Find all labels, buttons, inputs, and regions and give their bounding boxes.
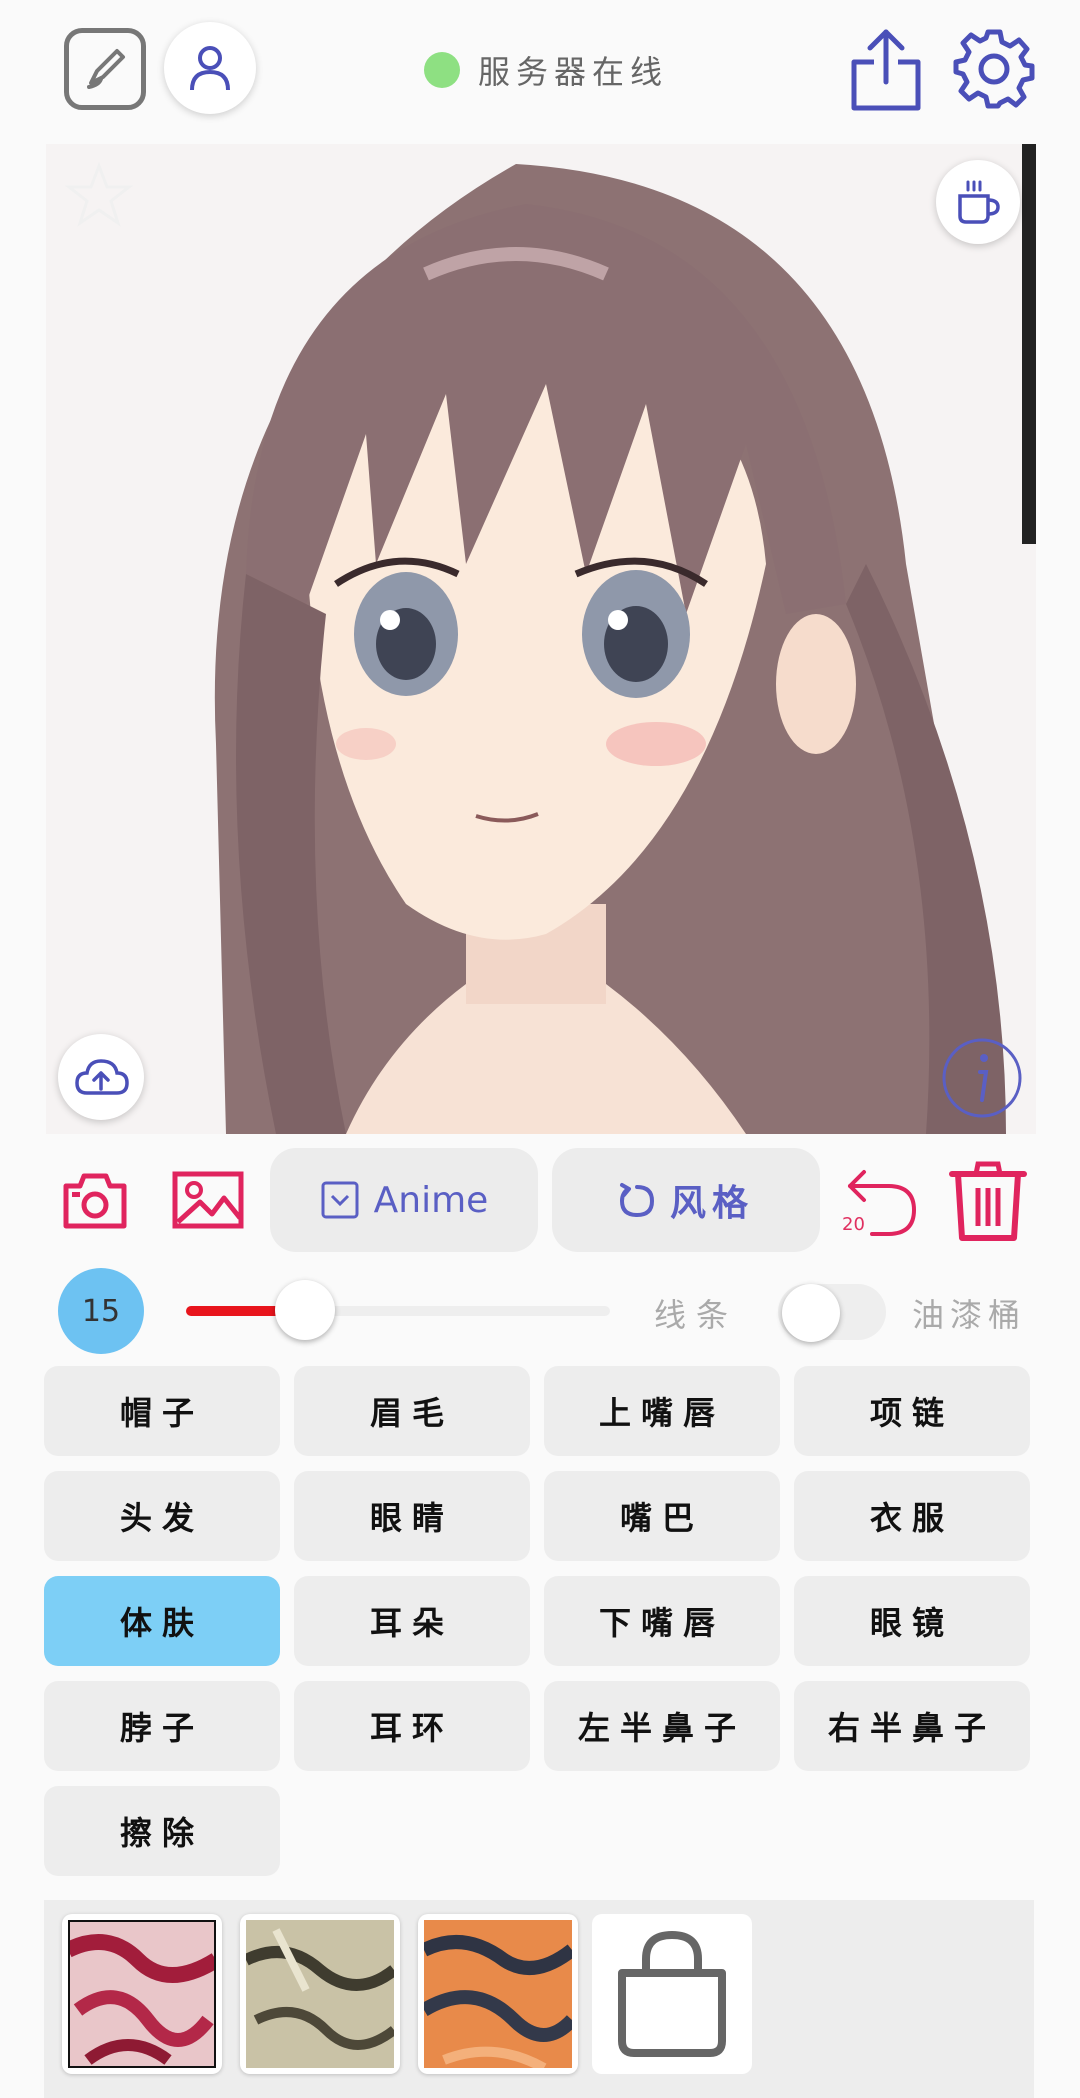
style-button[interactable]: 风格: [552, 1148, 820, 1252]
part-button-upper-lip[interactable]: 上嘴唇: [544, 1366, 780, 1456]
generated-anime-image: [46, 144, 1036, 1134]
model-select-button[interactable]: Anime: [270, 1148, 538, 1252]
cloud-upload-icon: [75, 1059, 129, 1095]
texture-shop-button[interactable]: [592, 1914, 752, 2074]
slider-thumb[interactable]: [274, 1280, 335, 1340]
user-button[interactable]: [164, 22, 256, 114]
part-button-clothes[interactable]: 衣服: [794, 1471, 1030, 1561]
part-button-eyes[interactable]: 眼睛: [294, 1471, 530, 1561]
texture-image-red: [68, 1920, 216, 2068]
star-icon: [64, 161, 134, 227]
texture-swatch-2[interactable]: [240, 1914, 400, 2074]
gear-icon: [953, 29, 1035, 109]
texture-image-orange: [424, 1920, 572, 2068]
part-button-glasses[interactable]: 眼镜: [794, 1576, 1030, 1666]
user-icon: [190, 46, 230, 91]
part-button-hair[interactable]: 头发: [44, 1471, 280, 1561]
share-icon: [851, 29, 921, 111]
refresh-icon: [619, 1183, 654, 1218]
brush-size-badge: 15: [58, 1268, 144, 1354]
donate-button[interactable]: [936, 160, 1020, 244]
texture-swatch-1[interactable]: [62, 1914, 222, 2074]
trash-icon: [949, 1161, 1027, 1241]
status-text: 服务器在线: [478, 53, 669, 91]
info-icon: [942, 1038, 1022, 1118]
texture-image-khaki: [246, 1920, 394, 2068]
share-button[interactable]: [848, 26, 924, 114]
camera-icon: [63, 1173, 127, 1229]
settings-button[interactable]: [952, 26, 1036, 110]
shopping-bag-icon: [618, 1930, 726, 2057]
part-button-erase[interactable]: 擦除: [44, 1786, 280, 1876]
line-label: 线条: [654, 1296, 739, 1334]
favorite-button[interactable]: [64, 160, 134, 230]
gallery-button[interactable]: [172, 1168, 244, 1232]
status-dot: [424, 52, 460, 88]
part-button-neck[interactable]: 脖子: [44, 1681, 280, 1771]
toggle-knob: [782, 1284, 840, 1342]
paint-bucket-label: 油漆桶: [912, 1296, 1027, 1334]
model-label: Anime: [373, 1179, 489, 1221]
part-button-earrings[interactable]: 耳环: [294, 1681, 530, 1771]
server-status: 服务器在线: [424, 46, 668, 94]
texture-swatch-3[interactable]: [418, 1914, 578, 2074]
coffee-icon: [958, 180, 1000, 224]
part-button-necklace[interactable]: 项链: [794, 1366, 1030, 1456]
brush-size-slider[interactable]: [186, 1280, 610, 1340]
clear-button[interactable]: [948, 1160, 1028, 1242]
style-label: 风格: [669, 1182, 754, 1224]
info-button[interactable]: [940, 1036, 1024, 1120]
part-button-left-nose[interactable]: 左半鼻子: [544, 1681, 780, 1771]
part-button-hat[interactable]: 帽子: [44, 1366, 280, 1456]
part-button-ears[interactable]: 耳朵: [294, 1576, 530, 1666]
draw-mode-button[interactable]: [64, 28, 146, 110]
paint-bucket-toggle[interactable]: [778, 1284, 886, 1342]
part-button-skin[interactable]: 体肤: [44, 1576, 280, 1666]
part-button-eyebrows[interactable]: 眉毛: [294, 1366, 530, 1456]
part-button-mouth[interactable]: 嘴巴: [544, 1471, 780, 1561]
camera-button[interactable]: [62, 1168, 128, 1232]
upload-button[interactable]: [58, 1034, 144, 1120]
drawing-canvas[interactable]: [46, 144, 1036, 1134]
part-button-right-nose[interactable]: 右半鼻子: [794, 1681, 1030, 1771]
image-icon: [172, 1171, 244, 1229]
parts-grid: 帽子 眉毛 上嘴唇 项链 头发 眼睛 嘴巴 衣服 体肤 耳朵 下嘴唇 眼镜 脖子…: [44, 1366, 1034, 1876]
edit-canvas-icon: [87, 49, 125, 89]
part-button-lower-lip[interactable]: 下嘴唇: [544, 1576, 780, 1666]
checkbox-icon: [321, 1181, 359, 1219]
undo-count: 20: [842, 1214, 865, 1235]
